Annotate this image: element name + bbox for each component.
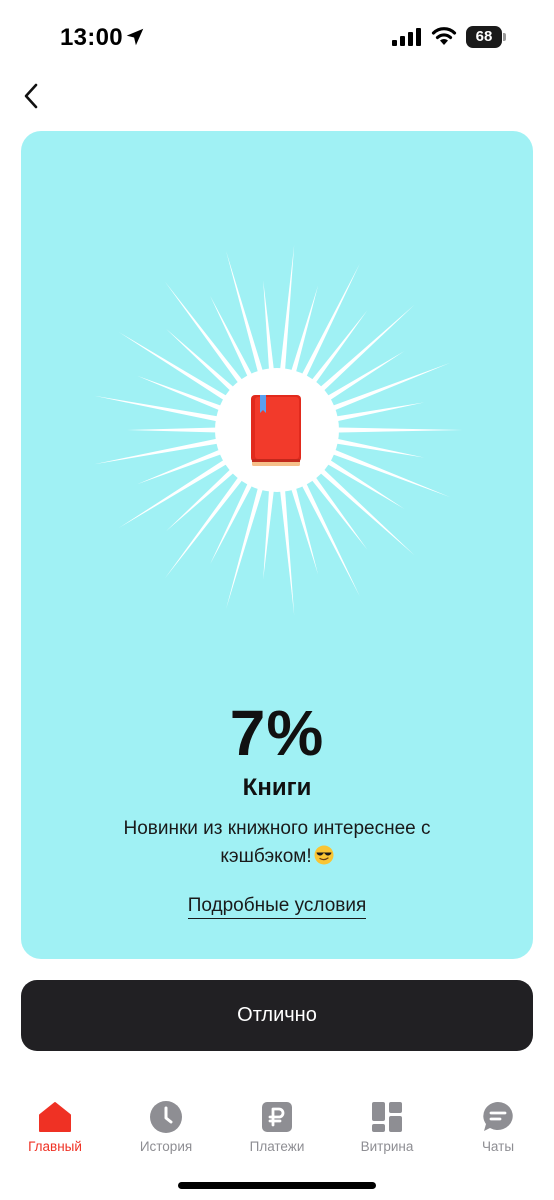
ok-button[interactable]: Отлично — [21, 980, 533, 1051]
terms-link[interactable]: Подробные условия — [187, 895, 367, 919]
sunglasses-emoji-icon — [314, 845, 334, 865]
sunburst-ray — [127, 427, 228, 433]
signal-icon — [392, 28, 421, 46]
home-indicator — [178, 1182, 376, 1189]
battery-tip — [503, 33, 506, 41]
battery-level: 68 — [466, 26, 502, 48]
sunburst-ray — [326, 427, 463, 433]
offer-category: Книги — [242, 774, 312, 801]
back-button[interactable] — [14, 78, 50, 114]
sunburst-ray — [312, 304, 415, 399]
tab-showcase-label: Витрина — [360, 1139, 414, 1154]
sunburst-ray — [263, 479, 276, 580]
sunburst-ray — [118, 332, 236, 407]
sunburst-ray — [94, 395, 229, 424]
ruble-icon — [262, 1102, 292, 1132]
tab-chats-label: Чаты — [481, 1139, 515, 1154]
showcase-icon — [372, 1102, 402, 1132]
tab-showcase[interactable]: Витрина — [337, 1100, 437, 1164]
tab-history[interactable]: История — [116, 1100, 216, 1164]
offer-description: Новинки из книжного интереснее с кэшбэко… — [101, 815, 453, 871]
sunburst-ray — [278, 479, 295, 616]
sunburst-ray — [288, 285, 318, 383]
red-book-icon — [251, 395, 301, 466]
tab-payments-label: Платежи — [249, 1139, 305, 1154]
terms-link-row: Подробные условия — [21, 895, 533, 919]
tab-chats[interactable]: Чаты — [448, 1100, 548, 1164]
location-arrow-icon — [126, 28, 144, 46]
chevron-left-icon — [24, 83, 38, 109]
sunburst-ray — [118, 453, 236, 528]
home-icon — [39, 1102, 71, 1132]
sunburst-ray — [312, 461, 415, 556]
status-bar: 13:00 68 — [0, 0, 554, 76]
sunburst-ray — [278, 244, 295, 381]
sunburst-ray — [164, 281, 250, 392]
status-time: 13:00 — [60, 24, 123, 51]
sunburst-ray — [263, 280, 276, 381]
sunburst-ray — [94, 436, 229, 465]
sunburst-ray — [226, 251, 266, 383]
offer-description-text: Новинки из книжного интереснее с кэшбэко… — [123, 818, 431, 867]
tab-history-label: История — [139, 1139, 193, 1154]
tab-home-label: Главный — [28, 1139, 82, 1154]
tab-payments[interactable]: Платежи — [227, 1100, 327, 1164]
sunburst-ray — [226, 477, 266, 609]
tab-bar: Главный История Платежи Витрина Чаты — [0, 1090, 554, 1170]
cashback-percent: 7% — [229, 697, 325, 769]
chat-icon — [483, 1102, 513, 1131]
battery-icon: 68 — [466, 26, 506, 48]
tab-home[interactable]: Главный — [5, 1100, 105, 1164]
sunburst-ray — [164, 468, 250, 579]
offer-card: 7% Книги Новинки из книжного интереснее … — [21, 131, 533, 959]
clock-icon — [150, 1101, 182, 1133]
wifi-icon — [431, 27, 457, 45]
sunburst-ray — [288, 477, 318, 575]
